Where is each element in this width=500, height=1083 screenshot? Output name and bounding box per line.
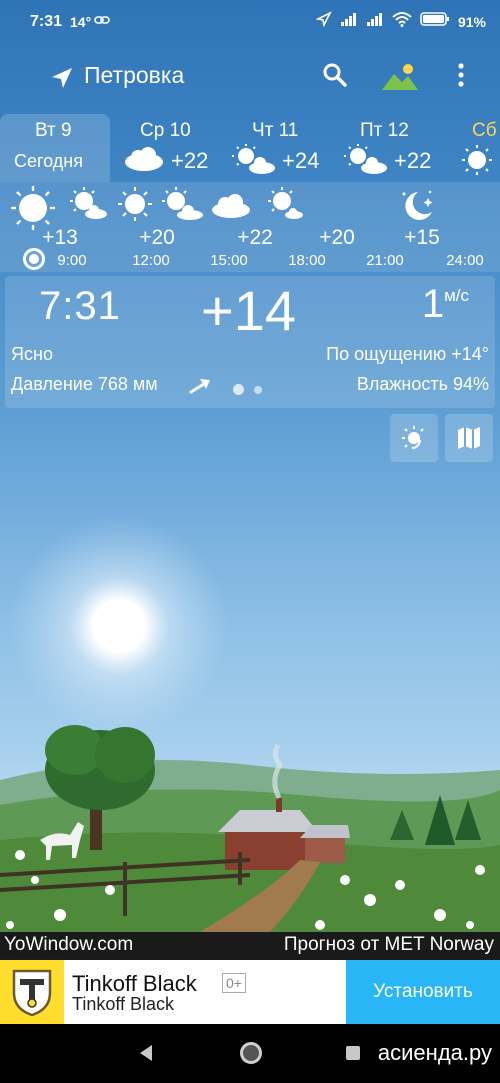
day-name: Ср 10 (140, 120, 191, 141)
battery-icon (420, 11, 450, 32)
day-temp: +22 (394, 148, 432, 173)
day-tab-fri[interactable]: Пт 12 +22 (336, 114, 446, 182)
day-name: Чт 11 (252, 120, 299, 141)
day-today-label: Сегодня (14, 151, 83, 171)
hourly-forecast[interactable]: +13 +20 +22 +20 +15 9:00 12:00 15:00 18:… (0, 182, 500, 272)
cloud-icon (210, 186, 252, 225)
wind-value: 1 (421, 282, 445, 326)
sun-cloud-icon (160, 186, 204, 227)
current-conditions-panel[interactable]: 7:31 +14 1м/с Ясно По ощущению +14° Давл… (5, 276, 495, 408)
age-rating-badge: 0+ (222, 973, 246, 993)
search-icon[interactable] (322, 62, 352, 92)
weather-app: 7:31 14° 91% Петровка Вт 9 Сегодня Ср 10… (0, 0, 500, 1083)
current-time-marker (23, 248, 45, 270)
sun-icon (460, 144, 494, 181)
landscape-illustration (0, 725, 500, 932)
day-temp: +24 (282, 148, 320, 173)
page-dot (254, 385, 262, 394)
sun-cloud-icon (230, 144, 278, 181)
hour-time: 18:00 (288, 252, 326, 269)
wind-speed: 1м/с (422, 282, 469, 327)
status-bar: 7:31 14° 91% (0, 0, 500, 44)
tinkoff-logo-icon (0, 960, 64, 1024)
pressure-text: Давление 768 мм (11, 374, 158, 394)
link-icon (94, 12, 110, 33)
watermark-text: асиенда.ру (377, 1040, 492, 1065)
signal-icon (340, 11, 358, 32)
hour-time: 9:00 (57, 252, 87, 269)
location-name[interactable]: Петровка (84, 62, 184, 89)
hour-temp: +20 (319, 226, 355, 249)
hour-temp: +15 (404, 226, 440, 249)
feels-like-text: По ощущению +14° (326, 344, 489, 364)
wifi-icon (392, 11, 412, 32)
sun-cloud-icon (342, 144, 390, 181)
status-icons: 91% (315, 11, 486, 32)
system-nav-bar: асиенда.ру (0, 1024, 500, 1083)
day-name: Вт 9 (35, 120, 72, 141)
pressure-trend-icon (189, 376, 213, 399)
hour-temp: +20 (139, 226, 175, 249)
landscape-icon[interactable] (380, 62, 420, 92)
install-button[interactable]: Установить (346, 960, 500, 1024)
wind-unit: м/с (444, 286, 469, 305)
sun-cloud-icon (68, 186, 108, 227)
hour-time: 12:00 (132, 252, 170, 269)
map-icon[interactable] (445, 414, 493, 462)
condition-text: Ясно (11, 344, 53, 364)
days-strip: Вт 9 Сегодня Ср 10 +22 Чт 11 +24 Пт 12 +… (0, 114, 500, 182)
page-dot-active (233, 384, 244, 395)
hour-time: 15:00 (210, 252, 248, 269)
sun-icon (117, 186, 153, 227)
current-time: 7:31 (39, 284, 121, 328)
hour-time: 24:00 (446, 252, 484, 269)
ad-subtitle: Tinkoff Black (72, 994, 175, 1014)
recent-apps-icon[interactable] (346, 1046, 360, 1060)
sun-cloud-icon (266, 186, 306, 227)
location-arrow-icon[interactable] (50, 66, 74, 95)
home-icon[interactable] (240, 1042, 262, 1064)
day-name: Сб (472, 120, 497, 141)
top-bar: Петровка (0, 50, 500, 106)
hour-temp: +22 (237, 226, 273, 249)
hour-temp: +13 (42, 226, 78, 249)
page-indicator (233, 384, 262, 395)
navigation-icon (315, 11, 332, 32)
ad-banner[interactable]: Tinkoff Black 0+ Tinkoff Black Установит… (0, 960, 500, 1024)
day-tab-sat[interactable]: Сб (448, 114, 500, 182)
sun-moon-toggle-icon[interactable] (390, 414, 438, 462)
day-name: Пт 12 (360, 120, 409, 141)
cloud-icon (122, 144, 166, 177)
forecast-source-link[interactable]: Прогноз от MET Norway (284, 934, 494, 956)
day-tab-thu[interactable]: Чт 11 +24 (224, 114, 334, 182)
hour-time: 21:00 (366, 252, 404, 269)
credit-bar: YoWindow.com Прогноз от MET Norway (0, 932, 500, 960)
day-temp: +22 (171, 148, 209, 173)
moon-icon (396, 186, 438, 229)
back-icon[interactable] (138, 1044, 154, 1067)
day-tab-wed[interactable]: Ср 10 +22 (112, 114, 222, 182)
day-tab-today[interactable]: Вт 9 Сегодня (0, 114, 110, 182)
signal-2-icon (366, 11, 384, 32)
status-time: 7:31 (30, 13, 63, 30)
more-vert-icon[interactable] (456, 62, 476, 92)
humidity-text: Влажность 94% (356, 374, 489, 394)
yowindow-link[interactable]: YoWindow.com (4, 934, 133, 956)
battery-percent: 91% (457, 13, 486, 30)
status-temperature: 14° (70, 14, 92, 30)
current-temperature: +14 (201, 279, 296, 342)
